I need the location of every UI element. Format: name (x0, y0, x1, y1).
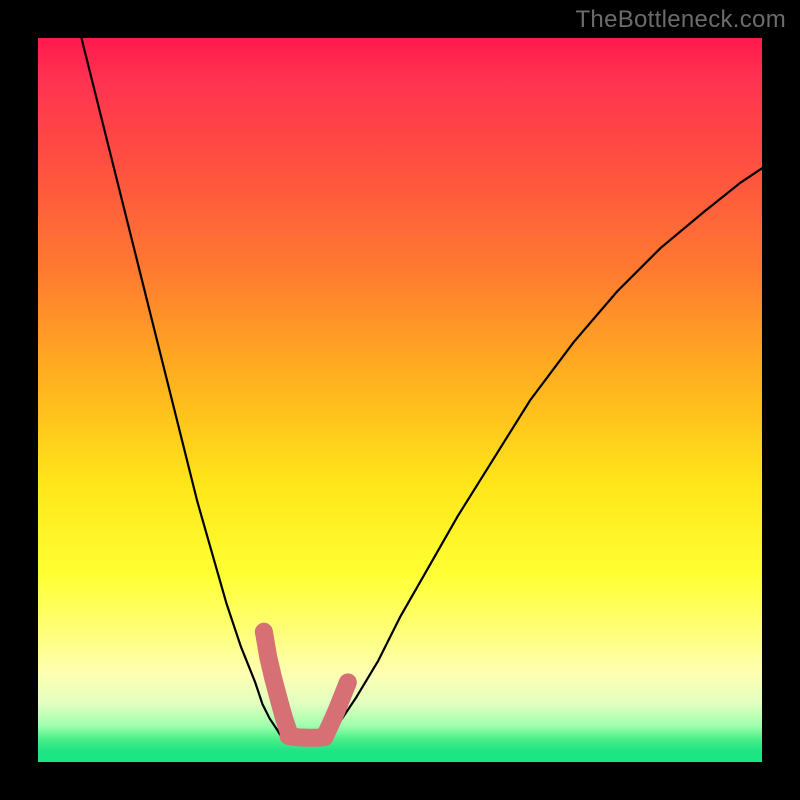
highlight-right-thick (325, 682, 348, 736)
watermark-text: TheBottleneck.com (575, 6, 786, 34)
curve-left-curve (81, 38, 281, 737)
curve-right-curve (328, 168, 762, 736)
chart-frame: TheBottleneck.com (0, 0, 800, 800)
plot-area (38, 38, 762, 762)
chart-svg (38, 38, 762, 762)
